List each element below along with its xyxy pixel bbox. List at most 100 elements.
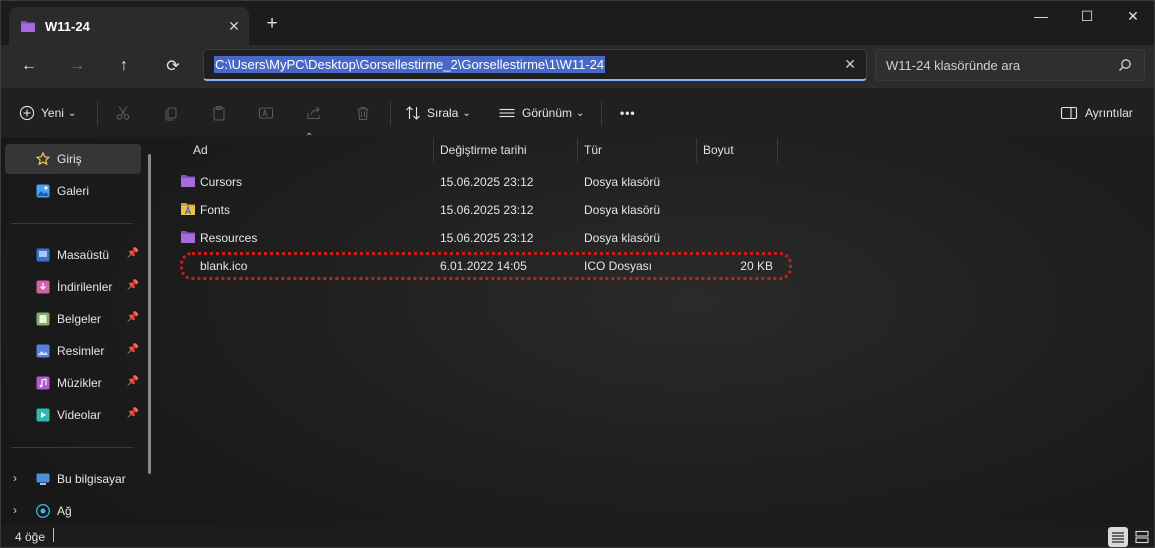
file-date: 15.06.2025 23:12 — [440, 175, 534, 189]
divider — [11, 447, 133, 448]
new-tab-button[interactable]: + — [261, 13, 283, 35]
sidebar-item-pictures[interactable]: Resimler 📌 — [5, 336, 141, 366]
chevron-right-icon[interactable]: › — [13, 471, 17, 485]
file-name: Cursors — [200, 175, 243, 189]
pin-icon[interactable]: 📌 — [127, 376, 139, 387]
details-view-button[interactable] — [1108, 527, 1128, 547]
sidebar-item-label: Giriş — [57, 152, 82, 166]
column-header-type[interactable]: Tür — [578, 138, 696, 162]
chevron-down-icon: ⌄ — [67, 107, 77, 119]
sidebar-item-label: İndirilenler — [57, 280, 113, 294]
search-icon[interactable] — [1118, 58, 1132, 72]
sidebar-item-this-pc[interactable]: › Bu bilgisayar — [5, 464, 141, 494]
copy-button[interactable] — [163, 98, 179, 128]
divider — [11, 223, 133, 224]
sidebar-item-downloads[interactable]: İndirilenler 📌 — [5, 272, 141, 302]
explorer-window: W11-24 ✕ + — ☐ ✕ ← → ↑ ⟳ C:\Users\MyPC\D… — [0, 0, 1155, 548]
sidebar-item-documents[interactable]: Belgeler 📌 — [5, 304, 141, 334]
file-row[interactable]: Cursors 15.06.2025 23:12 Dosya klasörü — [173, 168, 783, 194]
navigation-bar: ← → ↑ ⟳ C:\Users\MyPC\Desktop\Gorsellest… — [1, 45, 1154, 87]
cut-button[interactable] — [115, 98, 131, 128]
sidebar-item-music[interactable]: Müzikler 📌 — [5, 368, 141, 398]
pictures-icon — [36, 344, 50, 358]
more-options-button[interactable]: ••• — [620, 98, 636, 128]
file-date: 15.06.2025 23:12 — [440, 203, 534, 217]
tab-w11-24[interactable]: W11-24 ✕ — [9, 7, 249, 45]
file-date: 15.06.2025 23:12 — [440, 231, 534, 245]
column-header-name[interactable]: Ad — [187, 138, 433, 162]
maximize-button[interactable]: ☐ — [1064, 1, 1110, 31]
share-icon — [307, 106, 320, 120]
file-name: Resources — [200, 231, 258, 245]
forward-button[interactable]: → — [62, 51, 92, 81]
sidebar-item-label: Galeri — [57, 184, 90, 198]
pin-icon[interactable]: 📌 — [127, 280, 139, 291]
view-button[interactable]: Görünüm ⌄ — [498, 98, 584, 128]
paste-button[interactable] — [211, 98, 227, 128]
pin-icon[interactable]: 📌 — [127, 248, 139, 259]
sidebar-item-network[interactable]: › Ağ — [5, 496, 141, 526]
refresh-button[interactable]: ⟳ — [158, 51, 188, 81]
column-header-size[interactable]: Boyut — [697, 138, 777, 162]
file-row[interactable]: Fonts 15.06.2025 23:12 Dosya klasörü — [173, 196, 783, 222]
pin-icon[interactable]: 📌 — [127, 408, 139, 419]
sidebar-item-home[interactable]: Giriş — [5, 144, 141, 174]
file-type: Dosya klasörü — [584, 231, 661, 245]
chevron-down-icon: ⌄ — [462, 107, 471, 119]
scissors-icon — [116, 106, 130, 120]
sidebar-item-label: Resimler — [57, 344, 105, 358]
computer-icon — [36, 473, 50, 485]
clipboard-icon — [213, 105, 225, 121]
clear-address-icon[interactable]: ✕ — [844, 56, 856, 73]
address-path[interactable]: C:\Users\MyPC\Desktop\Gorsellestirme_2\G… — [214, 56, 606, 73]
sidebar-item-label: Masaüstü — [57, 248, 110, 262]
back-button[interactable]: ← — [14, 51, 44, 81]
file-row[interactable]: Resources 15.06.2025 23:12 Dosya klasörü — [173, 224, 783, 250]
up-button[interactable]: ↑ — [109, 51, 139, 81]
details-pane-icon — [1060, 106, 1078, 120]
sidebar-item-desktop[interactable]: Masaüstü 📌 — [5, 240, 141, 270]
chevron-down-icon: ⌄ — [576, 107, 585, 119]
sort-button[interactable]: Sırala ⌄ — [405, 98, 471, 128]
column-header-date[interactable]: Değiştirme tarihi — [434, 138, 577, 162]
tab-close-icon[interactable]: ✕ — [219, 18, 249, 35]
sidebar-item-videos[interactable]: Videolar 📌 — [5, 400, 141, 430]
details-label: Ayrıntılar — [1085, 106, 1133, 120]
folder-icon — [21, 21, 35, 32]
file-name: Fonts — [200, 203, 231, 217]
share-button[interactable] — [306, 98, 322, 128]
sidebar-item-label: Müzikler — [57, 376, 102, 390]
documents-icon — [36, 312, 50, 326]
view-label: Görünüm — [522, 106, 573, 120]
search-input[interactable] — [886, 57, 1106, 73]
trash-icon — [357, 106, 369, 121]
status-bar: 4 öğe — [1, 524, 1154, 547]
file-type: Dosya klasörü — [584, 203, 661, 217]
videos-icon — [36, 408, 50, 422]
divider — [97, 102, 98, 126]
status-divider — [53, 528, 54, 542]
sidebar-scrollbar[interactable] — [148, 154, 151, 474]
downloads-icon — [36, 280, 50, 294]
file-list: ⌃ Ad Değiştirme tarihi Tür Boyut Cursors… — [161, 132, 1154, 524]
pin-icon[interactable]: 📌 — [127, 344, 139, 355]
details-pane-button[interactable]: Ayrıntılar — [1060, 98, 1133, 128]
new-button[interactable]: Yeni ⌄ — [19, 98, 76, 128]
tiles-view-button[interactable] — [1132, 527, 1152, 547]
address-bar[interactable]: C:\Users\MyPC\Desktop\Gorsellestirme_2\G… — [203, 49, 867, 81]
pin-icon[interactable]: 📌 — [127, 312, 139, 323]
sort-label: Sırala — [427, 106, 459, 120]
close-window-button[interactable]: ✕ — [1110, 1, 1154, 31]
search-box[interactable] — [875, 49, 1145, 81]
delete-button[interactable] — [355, 98, 371, 128]
sort-icon — [406, 106, 420, 120]
music-icon — [36, 376, 50, 390]
column-divider[interactable] — [777, 138, 778, 162]
minimize-button[interactable]: — — [1018, 1, 1064, 31]
divider — [390, 102, 391, 126]
command-bar: Yeni ⌄ Sırala ⌄ Görünüm ⌄ ••• Ayrıntılar — [1, 87, 1154, 137]
sidebar-item-gallery[interactable]: Galeri — [5, 176, 141, 206]
network-icon — [36, 504, 50, 518]
chevron-right-icon[interactable]: › — [13, 503, 17, 517]
rename-button[interactable] — [258, 98, 274, 128]
